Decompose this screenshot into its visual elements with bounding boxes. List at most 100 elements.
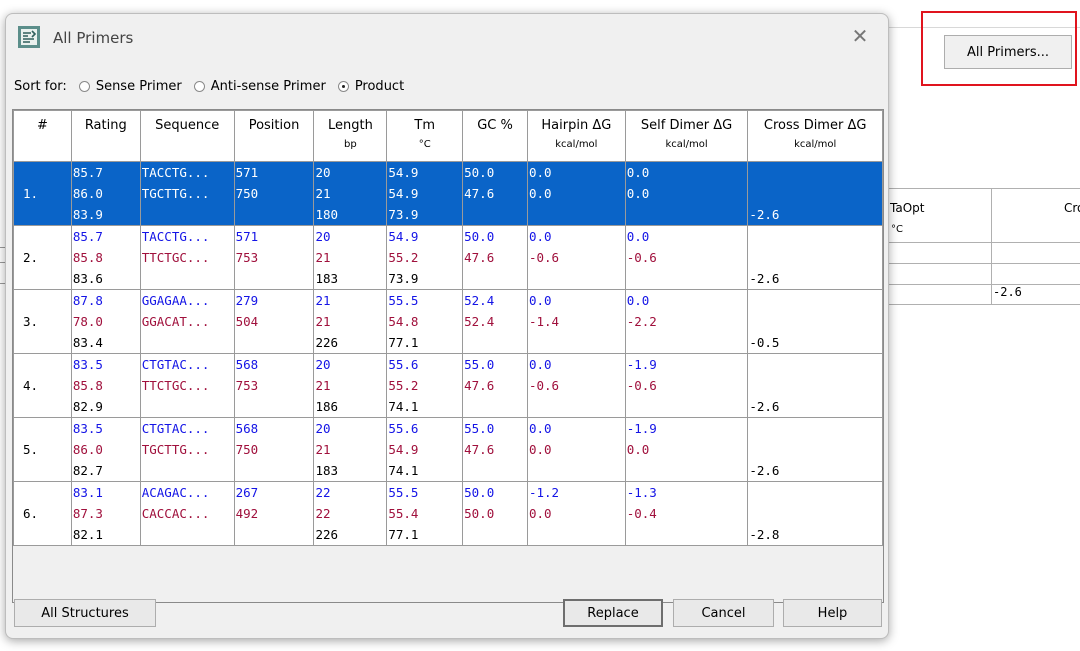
cancel-button[interactable]: Cancel [673,599,774,627]
column-header[interactable]: Position [233,110,315,162]
column-header[interactable]: Sequence [139,110,235,162]
cell-line: 55.0 [464,357,495,372]
cell-line: TGCTTG... [141,442,210,457]
cell-line: 85.8 [72,378,103,393]
cell-gc: 55.0 47.6 [462,417,528,482]
column-header[interactable]: Rating [70,110,141,162]
radio-product[interactable] [337,80,349,92]
cell-sequence: TACCTG... TGCTTG... [139,161,235,226]
cell-line: 20 [315,357,331,372]
radio-sense-primer-label[interactable]: Sense Primer [96,79,182,94]
help-button[interactable]: Help [783,599,882,627]
replace-button[interactable]: Replace [563,599,663,627]
cell-line: 267 [235,485,259,500]
radio-product-label[interactable]: Product [355,79,404,94]
cell-line: 87.3 [72,506,103,521]
column-header[interactable]: Hairpin ΔG kcal/mol [526,110,626,162]
cell-line: -2.2 [626,314,657,329]
close-icon[interactable]: ✕ [848,24,872,48]
table-row[interactable]: 4. 83.5 85.8 82.9 CTGTAC... TTCTGC... 568 753 20… [13,353,883,418]
radio-sense-primer[interactable] [78,80,90,92]
cell-line: 52.4 [464,314,495,329]
column-header[interactable]: GC % [462,110,528,162]
cell-sequence: ACAGAC... CACCAC... [139,481,235,546]
cell-line: -1.9 [626,357,657,372]
cell-sequence: CTGTAC... TGCTTG... [139,417,235,482]
cell-line: 87.8 [72,293,103,308]
column-header[interactable]: Length bp [313,110,388,162]
cell-line: 180 [315,207,339,222]
cell-hairpin: 0.0 -0.6 [526,353,626,418]
cell-line: 82.9 [72,399,103,414]
row-number: 4. [13,353,72,418]
cell-line: 21 [315,250,331,265]
dialog-titlebar[interactable]: All Primers ✕ [6,14,888,64]
cell-rating: 83.1 87.3 82.1 [70,481,141,546]
table-row[interactable]: 5. 83.5 86.0 82.7 CTGTAC... TGCTTG... 568 750 20… [13,417,883,482]
table-row[interactable]: 1. 85.7 86.0 83.9 TACCTG... TGCTTG... 571 750 20… [13,161,883,226]
cell-length: 22 22 226 [313,481,388,546]
cell-tm: 55.5 54.8 77.1 [386,289,464,354]
cell-line: ACAGAC... [141,485,210,500]
column-title: Self Dimer ΔG [640,118,733,133]
cell-line [464,268,527,289]
cell-line: 55.0 [464,421,495,436]
cell-line: 55.4 [388,506,419,521]
cell-rating: 85.7 85.8 83.6 [70,225,141,290]
cell-line: 0.0 [626,293,650,308]
row-number: 3. [13,289,72,354]
cell-position: 571 753 [233,225,315,290]
cell-line: 50.0 [464,485,495,500]
cell-line: 83.9 [72,207,103,222]
cell-length: 20 21 186 [313,353,388,418]
cell-line: 750 [235,442,259,457]
cell-line: 753 [235,378,259,393]
cell-line: 21 [315,442,331,457]
cell-line: 226 [315,527,339,542]
column-unit: bp [344,139,357,150]
primers-grid[interactable]: # Rating Sequence Position Length bp Tm °C GC % H… [12,109,884,603]
cell-length: 20 21 180 [313,161,388,226]
bg-header-taopt-unit: °C [891,224,903,235]
all-structures-button[interactable]: All Structures [14,599,156,627]
cell-line: 85.7 [72,165,103,180]
cell-line: CTGTAC... [141,421,210,436]
cell-line: -0.5 [749,335,780,350]
cell-line: 55.6 [388,357,419,372]
cell-line: -0.6 [626,250,657,265]
cell-tm: 55.6 55.2 74.1 [386,353,464,418]
radio-antisense-primer-label[interactable]: Anti-sense Primer [211,79,326,94]
cell-line: 0.0 [528,506,552,521]
radio-antisense-primer[interactable] [193,80,205,92]
cell-line: 0.0 [528,186,552,201]
cell-line [627,460,748,481]
cell-line [749,290,882,311]
cell-line: -1.9 [626,421,657,436]
dialog-title: All Primers [53,29,134,47]
column-header[interactable]: # [13,110,72,162]
cell-line: 50.0 [464,229,495,244]
sort-label: Sort for: [14,78,67,94]
table-row[interactable]: 6. 83.1 87.3 82.1 ACAGAC... CACCAC... 267 492 22… [13,481,883,546]
cell-line: 55.5 [388,293,419,308]
column-header[interactable]: Cross Dimer ΔG kcal/mol [747,110,883,162]
cell-line [627,332,748,353]
cell-line: 0.0 [528,442,552,457]
cell-line: 83.5 [72,357,103,372]
table-row[interactable]: 3. 87.8 78.0 83.4 GGAGAA... GGACAT... 279 504 21… [13,289,883,354]
cell-line [749,375,882,396]
table-row[interactable]: 2. 85.7 85.8 83.6 TACCTG... TTCTGC... 571 753 20… [13,225,883,290]
cell-gc: 50.0 47.6 [462,225,528,290]
cell-line: 77.1 [388,335,419,350]
column-header[interactable]: Tm °C [386,110,464,162]
cell-position: 279 504 [233,289,315,354]
cell-line: -0.6 [528,250,560,265]
row-number: 5. [13,417,72,482]
all-primers-dialog: All Primers ✕ Sort for: Sense Primer Ant… [5,13,889,639]
cell-line: 54.9 [388,229,419,244]
cell-line: 279 [235,293,259,308]
cell-line [529,396,625,417]
column-header[interactable]: Self Dimer ΔG kcal/mol [624,110,749,162]
cell-line [627,396,748,417]
cell-line: 183 [315,271,339,286]
